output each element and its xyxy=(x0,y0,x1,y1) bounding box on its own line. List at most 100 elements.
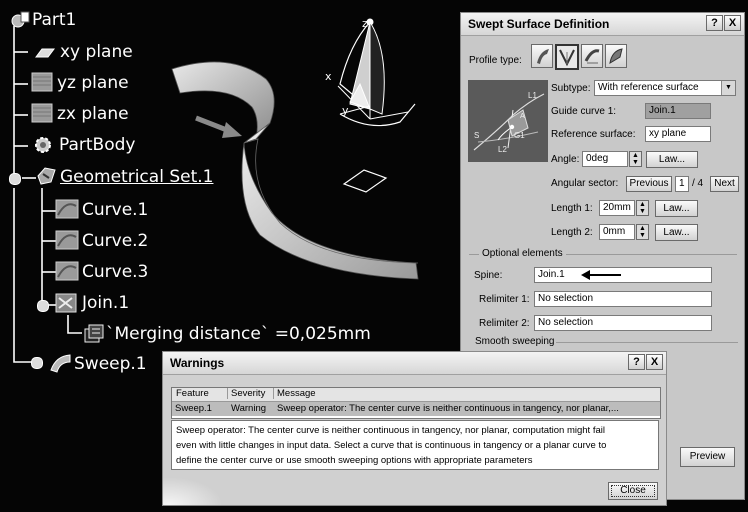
curve-icon[interactable] xyxy=(54,260,79,281)
collapse-toggle-icon[interactable] xyxy=(37,300,49,312)
tree-item-merging-distance[interactable]: `Merging distance` =0,025mm xyxy=(106,324,371,344)
angle-field[interactable]: 0deg xyxy=(582,151,628,167)
collapse-toggle-icon[interactable] xyxy=(9,173,21,185)
tree-item-curve3[interactable]: Curve.3 xyxy=(82,262,148,282)
sector-index-field[interactable]: 1 xyxy=(675,176,689,192)
plane-icon[interactable] xyxy=(30,102,53,123)
axis-x-label: x xyxy=(325,70,332,83)
subtype-value: With reference surface xyxy=(598,82,699,93)
optional-elements-label: Optional elements xyxy=(479,248,566,259)
guide-curve-label: Guide curve 1: xyxy=(551,106,617,117)
relimiter2-label: Relimiter 2: xyxy=(479,318,530,329)
spine-label: Spine: xyxy=(474,270,503,281)
spine-value: Join.1 xyxy=(538,269,565,280)
smooth-sweeping-label: Smooth sweeping xyxy=(475,336,555,347)
direction-arrow-icon xyxy=(195,115,242,138)
angle-label: Angle: xyxy=(551,154,580,165)
tree-item-sweep1[interactable]: Sweep.1 xyxy=(74,354,147,374)
guide-curve-field[interactable]: Join.1 xyxy=(645,103,711,119)
column-severity[interactable]: Severity xyxy=(227,388,265,399)
sector-total: / 4 xyxy=(692,178,704,189)
profile-type-label: Profile type: xyxy=(469,55,522,66)
plane-icon[interactable] xyxy=(32,45,55,63)
angular-sector-label: Angular sector: xyxy=(551,178,619,189)
next-button[interactable]: Next xyxy=(710,176,739,192)
geometrical-set-icon[interactable] xyxy=(35,164,57,185)
part-icon[interactable] xyxy=(10,11,32,29)
row-feature: Sweep.1 xyxy=(175,403,212,414)
tree-item-join1[interactable]: Join.1 xyxy=(82,293,129,313)
length2-label: Length 2: xyxy=(551,227,593,238)
tree-item-xy-plane[interactable]: xy plane xyxy=(60,42,133,62)
length1-law-button[interactable]: Law... xyxy=(655,200,698,217)
chevron-down-icon[interactable]: ▼ xyxy=(721,81,735,95)
diagram-g1-label: G1 xyxy=(514,131,525,140)
spine-field[interactable]: Join.1 xyxy=(534,267,712,283)
partbody-icon[interactable] xyxy=(32,134,54,153)
length1-spinner[interactable]: ▲ ▼ xyxy=(636,200,649,216)
warnings-dialog: Warnings ? X Feature Severity Message Sw… xyxy=(162,351,667,506)
profile-explicit-icon[interactable] xyxy=(531,44,553,68)
tree-item-yz-plane[interactable]: yz plane xyxy=(57,73,129,93)
relimiter1-field[interactable]: No selection xyxy=(534,291,712,307)
tree-item-zx-plane[interactable]: zx plane xyxy=(57,104,129,124)
join-icon[interactable] xyxy=(54,292,77,313)
smooth-group-divider xyxy=(556,342,738,343)
tree-item-curve2[interactable]: Curve.2 xyxy=(82,231,148,251)
details-line-1: Sweep operator: The center curve is neit… xyxy=(176,425,605,436)
close-button[interactable]: X xyxy=(646,354,663,370)
curve-icon[interactable] xyxy=(54,198,79,219)
length2-law-button[interactable]: Law... xyxy=(655,224,698,241)
tree-item-partbody[interactable]: PartBody xyxy=(59,135,135,155)
pointer-arrow-icon xyxy=(581,270,621,280)
dialog-watermark xyxy=(163,477,223,505)
parameter-icon[interactable] xyxy=(82,323,104,343)
profile-conic-icon[interactable] xyxy=(605,44,627,68)
subtype-select[interactable]: With reference surface ▼ xyxy=(594,80,736,96)
axis-z-label: z xyxy=(362,17,368,30)
details-line-3: define the center curve or use smooth sw… xyxy=(176,455,533,466)
dialog-titlebar: Swept Surface Definition ? X xyxy=(461,13,744,36)
reference-surface-field[interactable]: xy plane xyxy=(645,126,711,142)
tree-item-part1[interactable]: Part1 xyxy=(32,10,76,30)
catia-workspace: Part1 xy plane yz plane zx plane PartBod… xyxy=(0,0,748,512)
warning-details: Sweep operator: The center curve is neit… xyxy=(171,420,659,470)
length2-field[interactable]: 0mm xyxy=(599,224,635,240)
warnings-table: Feature Severity Message Sweep.1 Warning… xyxy=(171,387,661,419)
tree-item-curve1[interactable]: Curve.1 xyxy=(82,200,148,220)
angle-law-button[interactable]: Law... xyxy=(646,151,698,168)
curve-icon[interactable] xyxy=(54,229,79,250)
angle-spinner[interactable]: ▲ ▼ xyxy=(629,151,642,167)
row-severity: Warning xyxy=(231,403,267,414)
table-header: Feature Severity Message xyxy=(172,388,660,402)
close-warnings-button[interactable]: Close xyxy=(608,482,658,500)
profile-type-toolbar xyxy=(531,44,641,72)
length2-spinner[interactable]: ▲ ▼ xyxy=(636,224,649,240)
profile-circle-icon[interactable] xyxy=(581,44,603,68)
sweep-icon[interactable] xyxy=(48,352,71,373)
warnings-titlebar: Warnings ? X xyxy=(163,352,666,375)
preview-button[interactable]: Preview xyxy=(680,447,735,467)
table-row[interactable]: Sweep.1 Warning Sweep operator: The cent… xyxy=(172,402,660,416)
sweep-diagram: L1 A G1 S L2 xyxy=(468,80,548,162)
length1-field[interactable]: 20mm xyxy=(599,200,635,216)
details-line-2: even with little changes in input data. … xyxy=(176,440,607,451)
close-button[interactable]: X xyxy=(724,15,741,31)
plane-icon[interactable] xyxy=(30,71,53,92)
relimiter2-field[interactable]: No selection xyxy=(534,315,712,331)
relimiter1-label: Relimiter 1: xyxy=(479,294,530,305)
row-message: Sweep operator: The center curve is neit… xyxy=(277,403,619,414)
dialog-title: Swept Surface Definition xyxy=(468,17,610,31)
axis-compass[interactable]: z x y xyxy=(320,14,430,194)
expand-toggle-icon[interactable] xyxy=(31,357,43,369)
help-button[interactable]: ? xyxy=(628,354,645,370)
help-button[interactable]: ? xyxy=(706,15,723,31)
column-message[interactable]: Message xyxy=(273,388,316,399)
column-feature[interactable]: Feature xyxy=(176,388,209,399)
previous-button[interactable]: Previous xyxy=(626,176,672,192)
warnings-title: Warnings xyxy=(170,356,225,370)
length1-label: Length 1: xyxy=(551,203,593,214)
profile-line-icon[interactable] xyxy=(555,44,579,70)
diagram-l2-label: L2 xyxy=(498,145,507,154)
subtype-label: Subtype: xyxy=(551,83,591,94)
